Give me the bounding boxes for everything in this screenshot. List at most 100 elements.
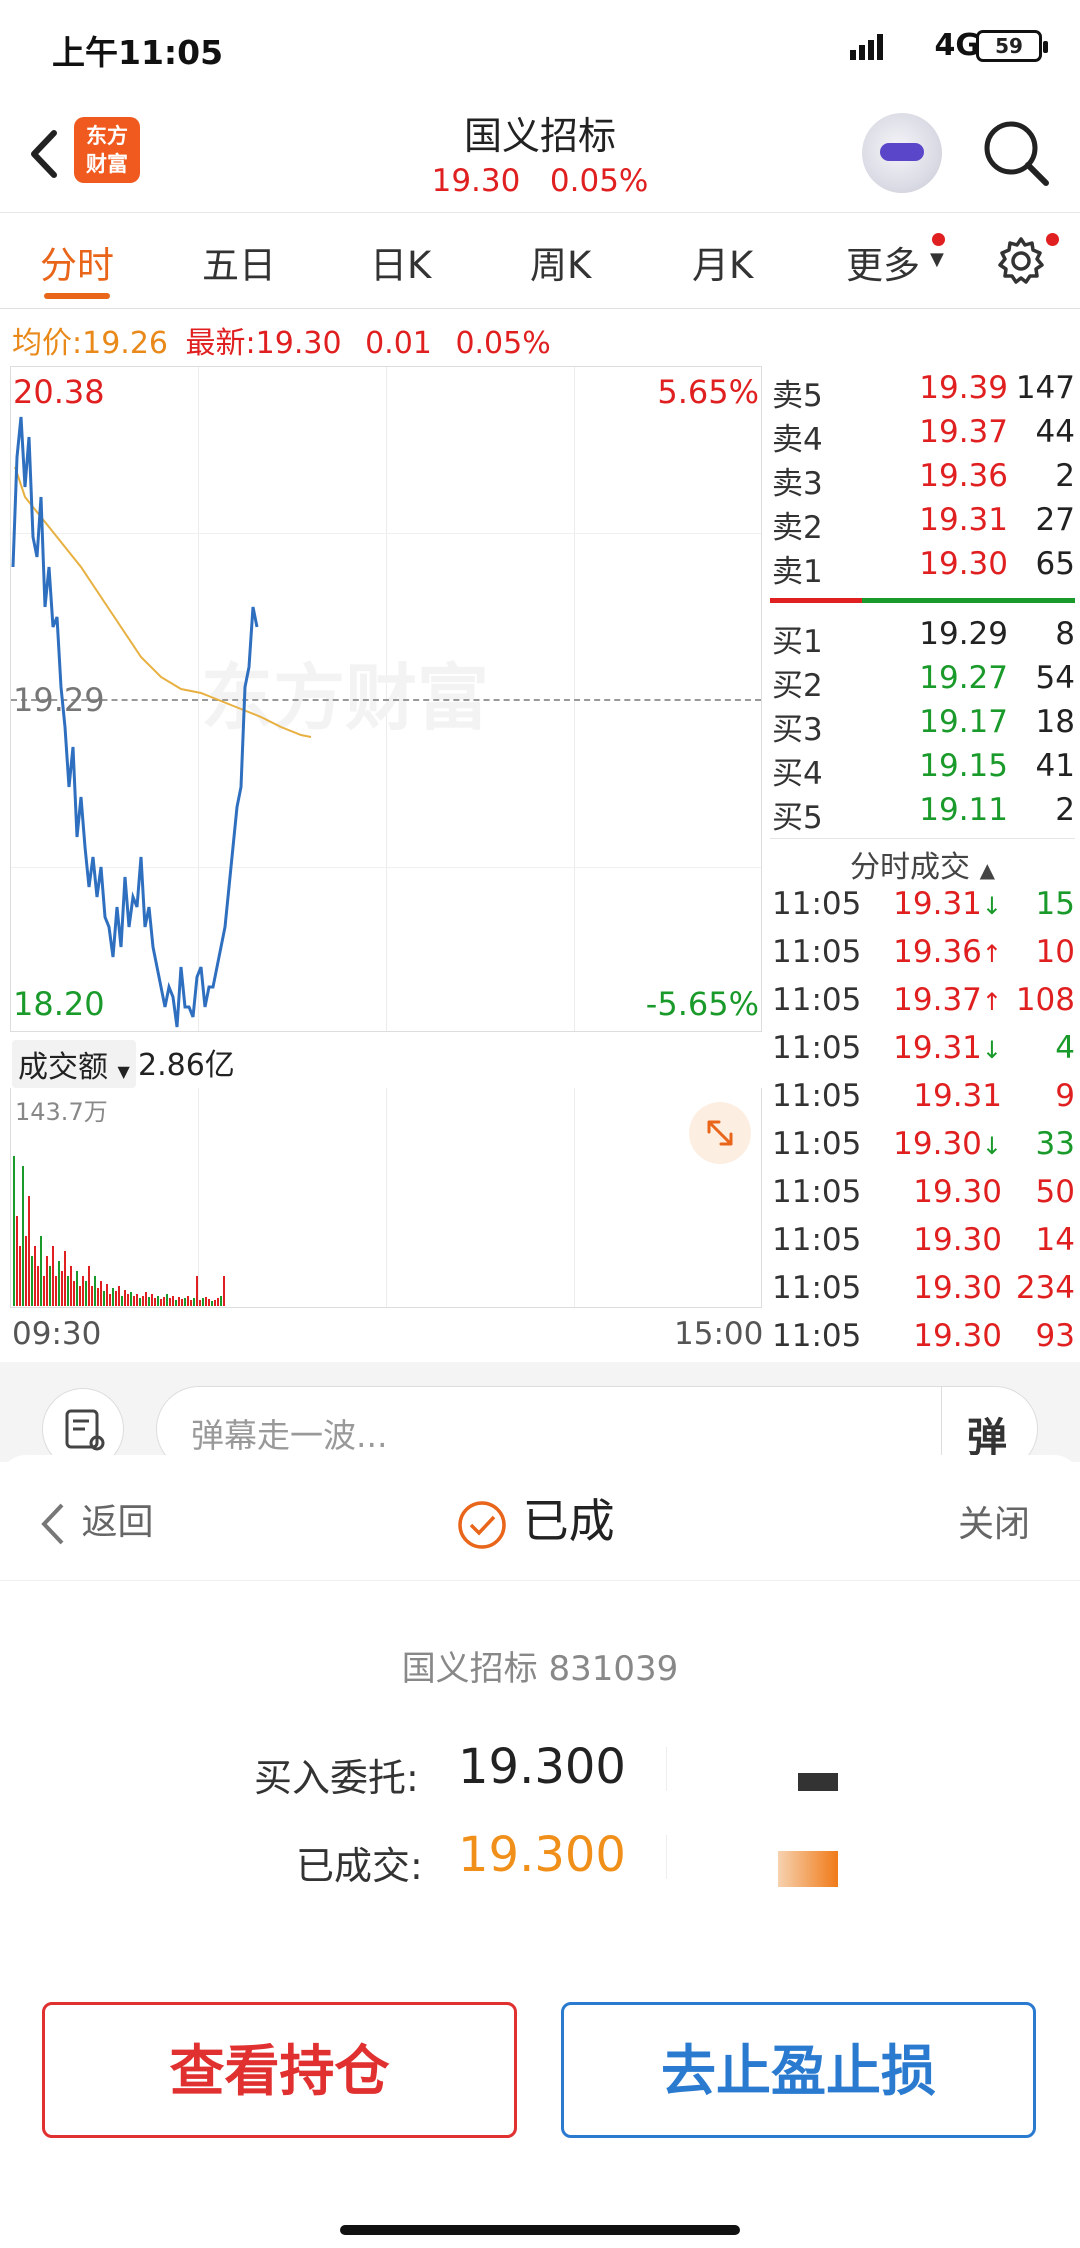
settings-gear-icon[interactable] [995, 235, 1047, 287]
buy-sell-ratio-bar-red [770, 598, 862, 603]
battery-icon: 59 [976, 30, 1048, 62]
volume-bar [103, 1291, 105, 1306]
assistant-robot-icon[interactable] [862, 113, 942, 193]
tab-day-k[interactable]: 日K [370, 235, 431, 289]
tick-time: 11:05 [772, 1270, 862, 1306]
tick-price: 19.30 [913, 1222, 1002, 1258]
tick-time: 11:05 [772, 982, 862, 1018]
collapse-icon: ▲ [979, 858, 995, 882]
tab-fenshi[interactable]: 分时 [40, 235, 114, 289]
avg-price-value: 19.26 [82, 326, 168, 361]
bid-row: 买5 19.11 2 [770, 792, 1075, 836]
volume-bar [82, 1276, 84, 1306]
bid-price: 19.27 [919, 660, 1008, 696]
bid-price: 19.17 [919, 704, 1008, 740]
home-indicator [340, 2225, 740, 2235]
time-start: 09:30 [12, 1316, 102, 1352]
tick-price: 19.37↑ [893, 982, 1002, 1018]
more-dropdown-icon: ▼ [930, 249, 944, 270]
volume-bars [13, 1156, 225, 1306]
tick-qty: 33 [1035, 1126, 1075, 1162]
ask-row: 卖2 19.31 27 [770, 502, 1075, 546]
tick-time: 11:05 [772, 1318, 862, 1354]
close-button[interactable]: 关闭 [958, 1495, 1030, 1547]
tick-time: 11:05 [772, 1222, 862, 1258]
signal-icon [850, 34, 883, 60]
tick-time: 11:05 [772, 1078, 862, 1114]
ticks-header[interactable]: 分时成交 ▲ [770, 842, 1075, 886]
volume-bar [217, 1298, 219, 1306]
ask-row: 卖3 19.36 2 [770, 458, 1075, 502]
bid-label: 买1 [772, 624, 823, 660]
ask-qty: 27 [1035, 502, 1075, 538]
volume-bar [172, 1296, 174, 1306]
volume-bar [148, 1297, 150, 1306]
ask-qty: 2 [1055, 458, 1075, 494]
volume-bar [25, 1236, 27, 1306]
ask-label: 卖1 [772, 554, 823, 590]
masked-filled-quantity [778, 1851, 838, 1887]
tick-time: 11:05 [772, 934, 862, 970]
status-bar: 上午11:05 4G 59 [0, 0, 1080, 95]
tick-price: 19.30 [913, 1174, 1002, 1210]
tab-week-k[interactable]: 周K [530, 235, 591, 289]
volume-bar [220, 1296, 222, 1306]
turnover-row: 成交额 ▼ 2.86亿 [12, 1036, 762, 1088]
stop-profit-loss-button[interactable]: 去止盈止损 [561, 2002, 1036, 2138]
tab-more[interactable]: 更多 [846, 235, 920, 289]
divider [770, 838, 1075, 839]
volume-bar [37, 1266, 39, 1306]
tick-time: 11:05 [772, 1030, 862, 1066]
volume-bar [70, 1266, 72, 1306]
tick-row: 11:05 19.31↓ 15 [770, 886, 1075, 934]
volume-bar [196, 1276, 198, 1306]
volume-bar [97, 1288, 99, 1306]
tick-qty: 10 [1035, 934, 1075, 970]
filled-price: 19.300 [458, 1827, 626, 1883]
volume-chart[interactable]: 143.7万 [10, 1088, 762, 1308]
volume-bar [67, 1276, 69, 1306]
volume-bar [106, 1284, 108, 1306]
time-end: 15:00 [674, 1316, 764, 1352]
price-line-svg [11, 416, 312, 1028]
volume-bar [19, 1246, 21, 1306]
tab-five-day[interactable]: 五日 [202, 235, 276, 289]
order-stock-line: 国义招标 831039 [401, 1649, 679, 1689]
volume-bar [61, 1271, 63, 1306]
turnover-dropdown[interactable]: 成交额 ▼ [12, 1040, 136, 1088]
volume-bar [163, 1297, 165, 1306]
volume-bar [52, 1246, 54, 1306]
tab-month-k[interactable]: 月K [692, 235, 753, 289]
volume-bar [160, 1299, 162, 1306]
volume-bar [76, 1271, 78, 1306]
bid-qty: 18 [1035, 704, 1075, 740]
volume-bar [130, 1292, 132, 1306]
ask-price: 19.30 [919, 546, 1008, 582]
intraday-chart[interactable]: 东方财富 20.38 5.65% 19.29 18.20 -5.65% [10, 366, 762, 1032]
sheet-back-button[interactable]: 返回 [36, 1493, 153, 1549]
danmu-bar: 弹幕走一波... 弹 [0, 1362, 1080, 1472]
view-position-button[interactable]: 查看持仓 [42, 2002, 517, 2138]
search-icon[interactable] [980, 117, 1052, 189]
ask-row: 卖1 19.30 65 [770, 546, 1075, 590]
tick-direction: ↓ [981, 892, 1002, 920]
volume-bar [34, 1246, 36, 1306]
bid-row: 买2 19.27 54 [770, 660, 1075, 704]
volume-bar [127, 1294, 129, 1306]
tick-row: 11:05 19.37↑ 108 [770, 982, 1075, 1030]
price-change-pct: 0.05% [455, 326, 551, 361]
latest-price-value: 19.30 [255, 326, 342, 361]
divider [0, 1580, 1080, 1581]
avg-price-label: 均价: [12, 326, 83, 361]
tick-direction: ↓ [981, 1132, 1002, 1160]
volume-bar [13, 1156, 15, 1306]
tick-price: 19.30↓ [893, 1126, 1002, 1162]
tick-row: 11:05 19.30 14 [770, 1222, 1075, 1270]
check-circle-icon [458, 1500, 506, 1549]
tick-qty: 9 [1055, 1078, 1075, 1114]
volume-bar [112, 1288, 114, 1306]
volume-bar [46, 1256, 48, 1306]
bid-price: 19.15 [919, 748, 1008, 784]
bid-price: 19.11 [919, 792, 1008, 828]
tick-time: 11:05 [772, 1174, 862, 1210]
